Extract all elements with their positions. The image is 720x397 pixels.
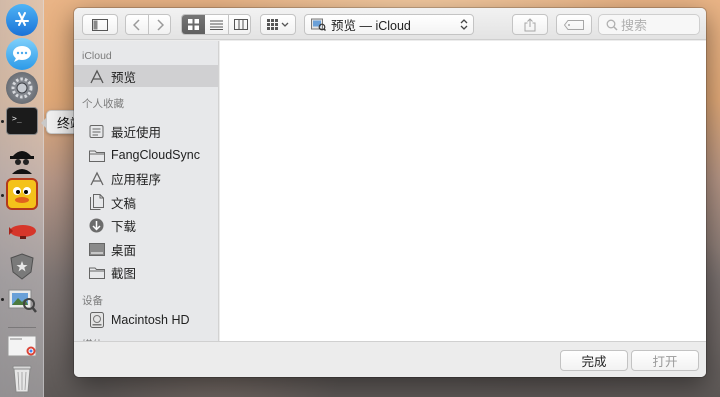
documents-icon bbox=[88, 194, 105, 210]
forward-button[interactable] bbox=[149, 15, 171, 34]
system-preferences-icon[interactable] bbox=[6, 72, 38, 104]
sidebar-heading-devices: 设备 bbox=[82, 295, 103, 307]
search-icon bbox=[606, 19, 618, 31]
done-button[interactable]: 完成 bbox=[560, 350, 628, 371]
columns-icon bbox=[233, 19, 248, 30]
dock: >_ bbox=[0, 0, 44, 397]
blimp-app-icon[interactable] bbox=[6, 216, 38, 248]
share-button[interactable] bbox=[512, 14, 548, 35]
hard-drive-icon bbox=[88, 312, 105, 328]
cyberduck-icon[interactable] bbox=[6, 178, 38, 210]
messages-icon[interactable] bbox=[6, 38, 38, 70]
sidebar-item-label: Macintosh HD bbox=[111, 313, 190, 327]
grid-icon bbox=[188, 19, 199, 30]
folder-icon bbox=[88, 264, 105, 280]
tag-icon bbox=[564, 19, 584, 30]
sidebar-toggle-button[interactable] bbox=[82, 14, 118, 35]
arrange-menu-button[interactable] bbox=[260, 14, 296, 35]
running-indicator bbox=[1, 120, 4, 123]
sidebar-icon bbox=[92, 18, 108, 31]
file-browser-area[interactable] bbox=[220, 41, 706, 341]
tags-button[interactable] bbox=[556, 14, 592, 35]
sidebar-heading-icloud: iCloud bbox=[82, 50, 112, 62]
preview-app-icon bbox=[88, 68, 105, 84]
location-popup[interactable]: 预览 — iCloud bbox=[304, 14, 474, 35]
app-store-icon[interactable] bbox=[6, 4, 38, 36]
preview-icon[interactable] bbox=[6, 284, 38, 316]
sidebar-item-label: 应用程序 bbox=[111, 172, 162, 187]
folder-icon bbox=[88, 147, 105, 163]
sidebar-heading-favorites: 个人收藏 bbox=[82, 98, 124, 110]
open-file-dialog: 预览 — iCloud 搜索 iCloud 预览 个人收藏 最近使用 FangC… bbox=[74, 8, 706, 377]
sidebar-item-documents[interactable]: 文稿 bbox=[74, 191, 218, 213]
sidebar-item-label: 预览 bbox=[111, 70, 137, 85]
history-navigation bbox=[125, 14, 171, 35]
terminal-icon[interactable]: >_ bbox=[6, 107, 38, 135]
sidebar-item-downloads[interactable]: 下载 bbox=[74, 214, 218, 236]
desktop-icon bbox=[88, 241, 105, 257]
sidebar-item-recents[interactable]: 最近使用 bbox=[74, 120, 218, 142]
sidebar-item-desktop[interactable]: 桌面 bbox=[74, 238, 218, 260]
search-placeholder: 搜索 bbox=[621, 18, 648, 33]
chevron-left-icon bbox=[133, 18, 140, 31]
sidebar-item-label: 桌面 bbox=[111, 243, 137, 258]
list-view-button[interactable] bbox=[205, 15, 228, 34]
sidebar-item-label: 截图 bbox=[111, 266, 137, 281]
spy-app-icon[interactable] bbox=[6, 143, 38, 175]
view-mode-segmented-control bbox=[181, 14, 251, 35]
recents-icon bbox=[88, 123, 105, 139]
downloads-icon bbox=[88, 217, 105, 233]
sidebar-item-label: 下载 bbox=[111, 219, 137, 234]
svg-text:>_: >_ bbox=[12, 114, 22, 123]
dock-separator bbox=[8, 327, 36, 328]
arrange-grid-icon bbox=[267, 19, 289, 30]
icon-view-button[interactable] bbox=[182, 15, 205, 34]
chrome-screenshot-icon[interactable] bbox=[6, 333, 38, 359]
location-label: 预览 — iCloud bbox=[331, 19, 411, 33]
share-icon bbox=[524, 17, 536, 31]
sidebar: iCloud 预览 个人收藏 最近使用 FangCloudSync 应用程序 文… bbox=[74, 41, 219, 341]
trash-icon[interactable] bbox=[6, 362, 38, 394]
sidebar-item-preview[interactable]: 预览 bbox=[74, 65, 218, 87]
sidebar-item-label: 文稿 bbox=[111, 196, 137, 211]
sidebar-item-applications[interactable]: 应用程序 bbox=[74, 167, 218, 189]
sidebar-item-label: 最近使用 bbox=[111, 125, 162, 140]
applications-icon bbox=[88, 170, 105, 186]
sidebar-item-fangcloudsync[interactable]: FangCloudSync bbox=[74, 144, 218, 166]
list-icon bbox=[210, 20, 223, 30]
back-button[interactable] bbox=[126, 15, 148, 34]
dialog-toolbar: 预览 — iCloud 搜索 bbox=[74, 8, 706, 40]
running-indicator bbox=[1, 194, 4, 197]
dialog-footer: 完成 打开 bbox=[74, 341, 706, 377]
sidebar-item-macintosh-hd[interactable]: Macintosh HD bbox=[74, 309, 218, 331]
updown-chevron-icon bbox=[460, 19, 468, 30]
chevron-right-icon bbox=[157, 18, 164, 31]
sidebar-item-label: FangCloudSync bbox=[111, 148, 200, 162]
running-indicator bbox=[1, 298, 4, 301]
preview-app-small-icon bbox=[311, 18, 326, 31]
open-button[interactable]: 打开 bbox=[631, 350, 699, 371]
search-field[interactable]: 搜索 bbox=[598, 14, 700, 35]
column-view-button[interactable] bbox=[229, 15, 250, 34]
shield-app-icon[interactable] bbox=[6, 250, 38, 282]
sidebar-item-screenshots[interactable]: 截图 bbox=[74, 261, 218, 283]
